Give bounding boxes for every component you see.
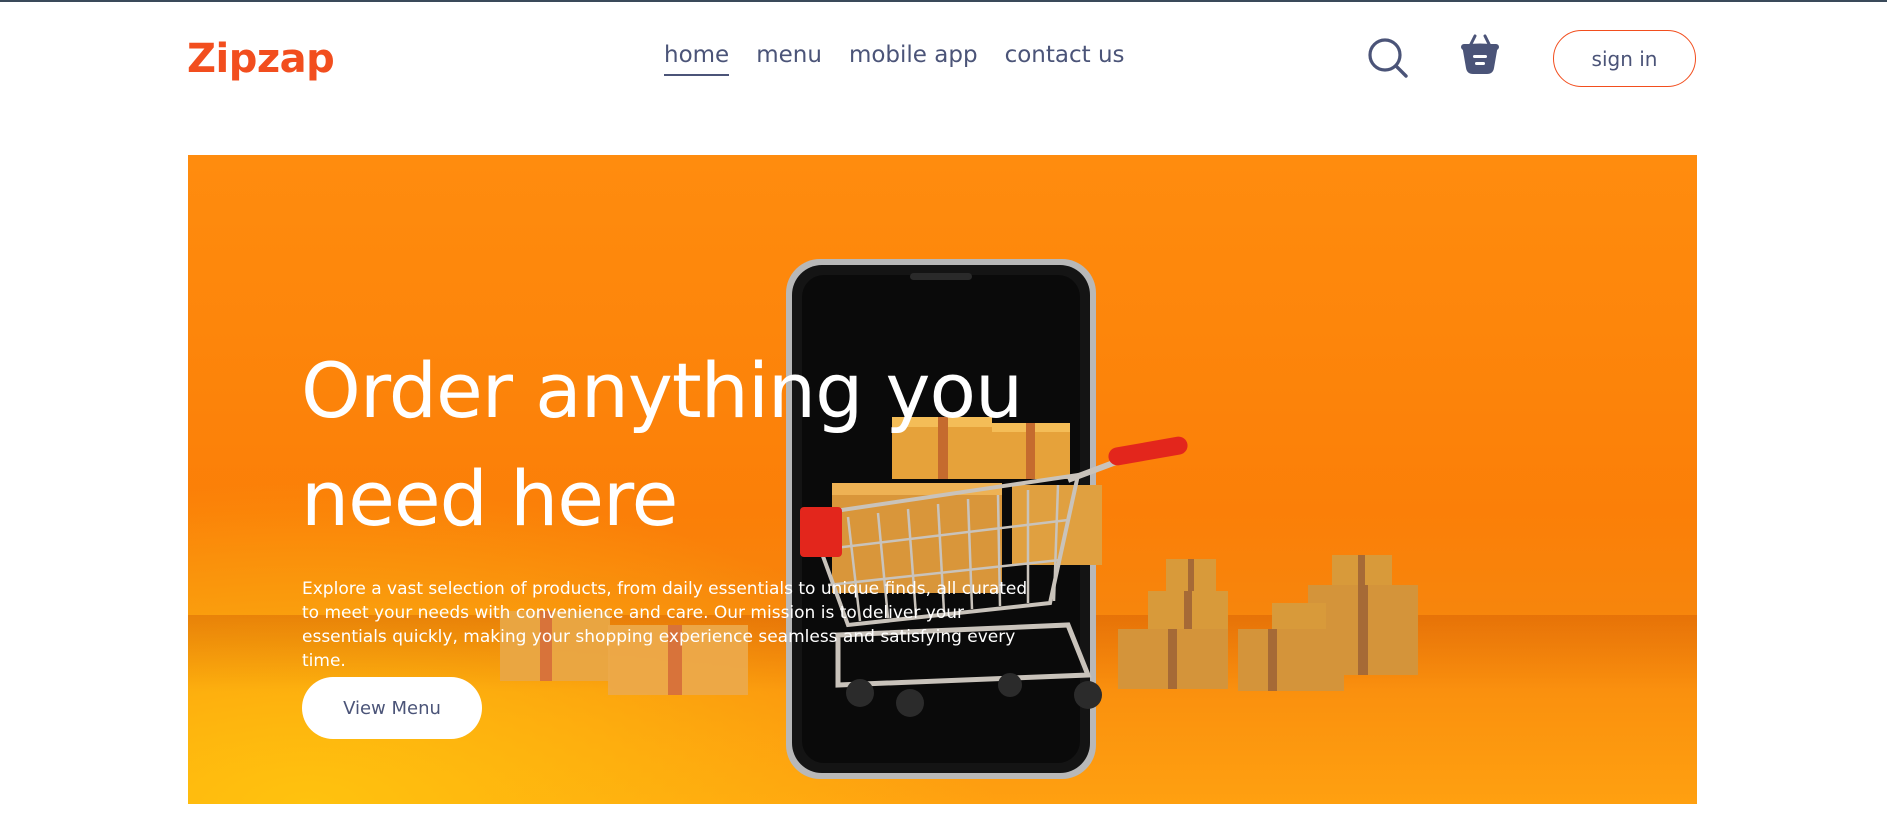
- view-menu-button[interactable]: View Menu: [302, 677, 482, 739]
- hero-banner: Order anything you need here Explore a v…: [188, 155, 1697, 804]
- nav-link-contact-us[interactable]: contact us: [1005, 42, 1125, 74]
- basket-button[interactable]: [1458, 32, 1502, 78]
- gift-boxes-right: [1118, 555, 1418, 691]
- main-nav: home menu mobile app contact us: [664, 42, 1125, 76]
- search-button[interactable]: [1366, 36, 1410, 80]
- search-icon: [1368, 38, 1408, 78]
- sign-in-button[interactable]: sign in: [1553, 30, 1696, 87]
- nav-link-menu[interactable]: menu: [756, 42, 822, 74]
- hero-title: Order anything you need here: [301, 346, 1023, 543]
- nav-link-mobile-app[interactable]: mobile app: [849, 42, 978, 74]
- navbar: Zipzap home menu mobile app contact us s…: [0, 2, 1887, 122]
- brand-logo[interactable]: Zipzap: [187, 36, 335, 82]
- nav-link-home[interactable]: home: [664, 42, 730, 76]
- basket-icon: [1461, 34, 1499, 74]
- hero-description: Explore a vast selection of products, fr…: [302, 579, 1028, 671]
